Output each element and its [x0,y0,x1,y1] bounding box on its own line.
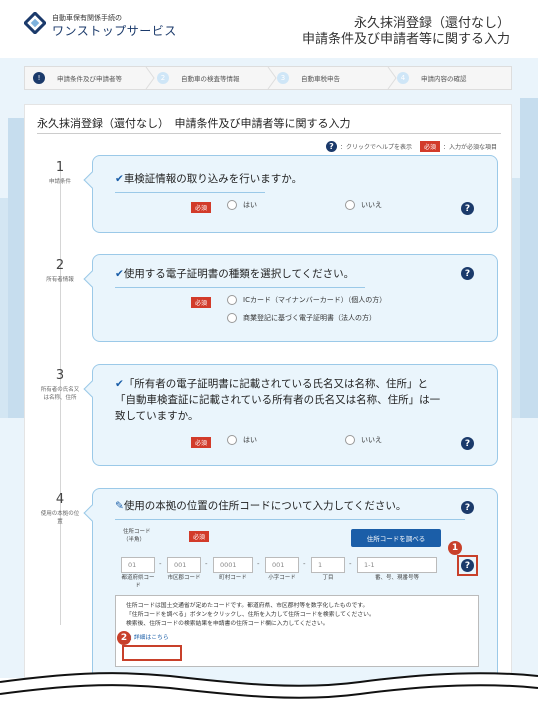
section-1-label: 申請条件 [48,179,71,185]
step-4-number: 4 [397,72,409,84]
section-2-label: 所有者情報 [46,277,74,283]
required-badge: 必須 [191,202,212,213]
question-card-3: ✔「所有者の電子証明書に記載されている氏名又は名称、住所」と 「自動車検査証に記… [83,364,498,466]
town-code-label: 町村コード [219,575,247,581]
section-3-label: 所有者の氏名又は名称、住所 [40,387,80,402]
step-2-number: 2 [157,72,169,84]
question-3-title: ✔「所有者の電子証明書に記載されている氏名又は名称、住所」と 「自動車検査証に記… [115,378,441,422]
chome-input[interactable]: 1 [311,557,345,573]
radio-button[interactable] [227,435,237,445]
block-number-label: 番、号、現番号等 [374,575,419,581]
aza-code-input[interactable]: 001 [265,557,299,573]
callout-badge-1: 1 [448,541,462,555]
radio-option-yes[interactable]: はい [227,200,257,210]
divider [37,133,501,134]
step-4-label: 申請内容の確認 [421,75,467,83]
required-badge: 必須 [191,437,212,448]
city-code-label: 市区郡コード [167,575,201,581]
question-card-2: ✔使用する電子証明書の種類を選択してください。 ? 必須 ICカード（マイナンバ… [83,254,498,342]
step-1: ! 申請条件及び申請者等 [33,67,122,89]
chome-label: 丁目 [322,575,334,581]
radio-button[interactable] [345,200,355,210]
help-icon[interactable]: ? [461,501,474,514]
step-3: 3 自動車税申告 [277,67,340,89]
question-card-4: ✎使用の本拠の位置の住所コードについて入力してください。 ? 住所コード（半角）… [83,488,498,688]
step-3-number: 3 [277,72,289,84]
question-card-1: ✔車検証情報の取り込みを行いますか。 必須 はい いいえ ? [83,155,498,233]
legend: ? ：クリックでヘルプを表示 必須 ：入力が必須な項目 [325,141,497,152]
prefecture-code-input[interactable]: 01 [121,557,155,573]
address-code-search-button[interactable]: 住所コードを調べる [351,529,441,547]
check-icon: ✔ [115,268,124,280]
step-1-number: ! [33,72,45,84]
required-badge: 必須 [191,297,212,308]
required-badge: 必須 [419,141,440,152]
radio-option-no[interactable]: いいえ [345,200,382,210]
aza-code-label: 小字コード [268,575,296,581]
question-1-title: ✔車検証情報の取り込みを行いますか。 [115,173,303,185]
step-1-label: 申請条件及び申請者等 [57,75,122,83]
edit-icon: ✎ [115,500,124,512]
check-icon: ✔ [115,378,124,390]
callout-badge-2: 2 [117,631,131,645]
radio-button[interactable] [227,313,237,323]
step-2-label: 自動車の検査等情報 [181,75,240,83]
city-code-input[interactable]: 001 [167,557,201,573]
town-code-input[interactable]: 0001 [213,557,253,573]
required-legend-text: ：入力が必須な項目 [442,144,497,151]
section-4-number: 4 [55,492,65,507]
detail-link[interactable]: ⊡ 詳細はこちら [126,633,468,644]
info-line: 「住所コードを調べる」ボタンをクリックし、住所を入力して住所コードを検索してくだ… [126,611,375,618]
torn-edge [0,672,538,711]
chevron-right-icon [387,67,397,89]
help-icon: ? [325,141,337,152]
chevron-right-icon [267,67,277,89]
radio-button[interactable] [227,295,237,305]
address-code-label: 住所コード（半角） [123,529,151,543]
radio-button[interactable] [227,200,237,210]
header-subtitle: 申請条件及び申請者等に関する入力 [301,32,510,47]
progress-steps: ! 申請条件及び申請者等 2 自動車の検査等情報 3 自動車税申告 4 申請内容… [24,66,512,90]
step-4: 4 申請内容の確認 [397,67,467,89]
radio-option-yes[interactable]: はい [227,435,257,445]
section-4-label: 使用の本拠の位置 [40,511,80,526]
help-legend-text: ：クリックでヘルプを表示 [339,144,412,151]
prefecture-code-label: 都道府県コード [121,575,155,589]
question-4-title: ✎使用の本拠の位置の住所コードについて入力してください。 [115,500,407,512]
radio-button[interactable] [345,435,355,445]
required-badge: 必須 [189,531,210,542]
app-header: 自動車保有関係手続の ワンストップサービス 永久抹消登録（還付なし） 申請条件及… [0,0,538,58]
help-icon[interactable]: ? [461,202,474,215]
highlight-box [122,645,182,661]
highlight-box [457,555,478,576]
radio-option-no[interactable]: いいえ [345,435,382,445]
step-3-label: 自動車税申告 [301,75,340,83]
check-icon: ✔ [115,173,124,185]
page-title: 永久抹消登録（還付なし） 申請条件及び申請者等に関する入力 [37,117,351,130]
block-number-input[interactable]: 1-1 [357,557,437,573]
help-icon[interactable]: ? [461,267,474,280]
section-1-number: 1 [55,160,65,175]
radio-option-ic-card[interactable]: ICカード（マイナンバーカード）（個人の方） [227,295,386,305]
chevron-right-icon [145,67,155,89]
step-2: 2 自動車の検査等情報 [157,67,240,89]
info-line: 検索後、住所コードの検索結果を申請書の住所コード欄に入力してください。 [126,620,329,627]
info-line: 住所コードは国土交通省が定めたコードです。都道府県、市区郡村等を数字化したもので… [126,603,369,609]
question-2-title: ✔使用する電子証明書の種類を選択してください。 [115,268,355,280]
logo-icon [24,12,46,34]
section-3-number: 3 [55,368,65,383]
radio-option-commercial-cert[interactable]: 商業登記に基づく電子証明書（法人の方） [227,313,376,323]
help-icon[interactable]: ? [461,437,474,450]
logo-title[interactable]: ワンストップサービス [52,22,177,39]
section-2-number: 2 [55,258,65,273]
